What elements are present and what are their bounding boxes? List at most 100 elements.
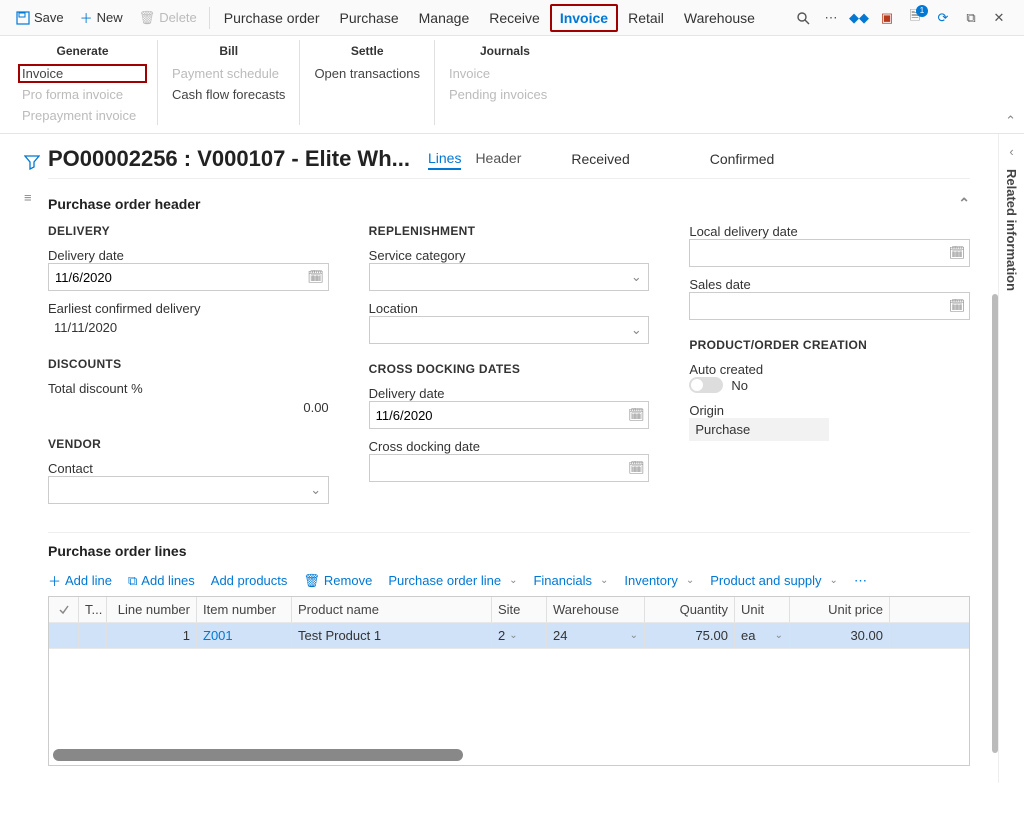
calendar-icon[interactable]: 🗓 bbox=[945, 245, 969, 261]
chevron-down-icon[interactable]: ⌄ bbox=[624, 322, 648, 338]
delivery-date-field[interactable] bbox=[49, 270, 304, 285]
calendar-icon[interactable]: 🗓 bbox=[624, 407, 648, 423]
ribbon-title-journals: Journals bbox=[445, 40, 565, 64]
search-icon[interactable] bbox=[794, 9, 812, 27]
chevron-down-icon[interactable]: ⌄ bbox=[624, 269, 648, 285]
svc-field[interactable] bbox=[370, 270, 625, 285]
plus-icon: ⧉ bbox=[128, 573, 137, 589]
chevron-down-icon: ⌄ bbox=[630, 630, 638, 641]
related-info-label[interactable]: Related information bbox=[1004, 169, 1019, 291]
cell-wh[interactable]: 24⌄ bbox=[547, 623, 645, 648]
dd-pas[interactable]: Product and supply⌄ bbox=[710, 573, 838, 588]
col-3: Local delivery date 🗓 Sales date 🗓 PRODU… bbox=[689, 224, 970, 504]
sd-field[interactable] bbox=[690, 299, 945, 314]
label-ecd: Earliest confirmed delivery bbox=[48, 301, 329, 316]
btn-remove[interactable]: 🗑Remove bbox=[303, 573, 372, 589]
dd-pol[interactable]: Purchase order line⌄ bbox=[388, 573, 517, 588]
col-price[interactable]: Unit price bbox=[790, 597, 890, 622]
input-cross-c[interactable]: 🗓 bbox=[369, 454, 650, 482]
btn-add-line[interactable]: ＋Add line bbox=[48, 571, 112, 590]
input-cross-d[interactable]: 🗓 bbox=[369, 401, 650, 429]
tab-warehouse[interactable]: Warehouse bbox=[674, 4, 765, 32]
btn-add-lines[interactable]: ⧉Add lines bbox=[128, 573, 195, 589]
tab-manage[interactable]: Manage bbox=[409, 4, 480, 32]
input-sd[interactable]: 🗓 bbox=[689, 292, 970, 320]
calendar-icon[interactable]: 🗓 bbox=[945, 298, 969, 314]
input-ldd[interactable]: 🗓 bbox=[689, 239, 970, 267]
grid-data-row[interactable]: 1 Z001 Test Product 1 2⌄ 24⌄ 75.00 ea⌄ 3… bbox=[49, 623, 969, 649]
col-ln[interactable]: Line number bbox=[107, 597, 197, 622]
office-icon[interactable]: ▣ bbox=[878, 9, 896, 27]
cell-unit[interactable]: ea⌄ bbox=[735, 623, 790, 648]
ribbon-title-bill: Bill bbox=[168, 40, 289, 64]
cell-select[interactable] bbox=[49, 623, 79, 648]
col-item[interactable]: Item number bbox=[197, 597, 292, 622]
ribbon-item-invoice[interactable]: Invoice bbox=[18, 64, 147, 83]
refresh-icon[interactable]: ⟳ bbox=[934, 9, 952, 27]
col-select[interactable] bbox=[49, 597, 79, 622]
tab-purchase[interactable]: Purchase bbox=[329, 4, 408, 32]
tab-invoice[interactable]: Invoice bbox=[550, 4, 618, 32]
chevron-down-icon[interactable]: ⌄ bbox=[304, 482, 328, 498]
vertical-scrollbar[interactable] bbox=[992, 294, 998, 753]
label-origin: Origin bbox=[689, 403, 970, 418]
horizontal-scrollbar[interactable] bbox=[53, 749, 965, 761]
col-prod[interactable]: Product name bbox=[292, 597, 492, 622]
popout-icon[interactable]: ⧉ bbox=[962, 9, 980, 27]
edit-icon[interactable]: ≡ bbox=[24, 190, 32, 205]
page-header: PO00002256 : V000107 - Elite Wh... Lines… bbox=[48, 146, 970, 179]
chevron-up-icon[interactable]: ⌃ bbox=[958, 195, 970, 212]
tab-retail[interactable]: Retail bbox=[618, 4, 674, 32]
calendar-icon[interactable]: 🗓 bbox=[624, 460, 648, 476]
plus-icon: ＋ bbox=[80, 8, 93, 27]
ldd-field[interactable] bbox=[690, 246, 945, 261]
more-icon[interactable]: ⋯ bbox=[822, 9, 840, 27]
tab-purchase-order[interactable]: Purchase order bbox=[214, 4, 330, 32]
grid: T... Line number Item number Product nam… bbox=[48, 596, 970, 766]
input-contact[interactable]: ⌄ bbox=[48, 476, 329, 504]
col-site[interactable]: Site bbox=[492, 597, 547, 622]
ribbon-group-journals: Journals Invoice Pending invoices bbox=[435, 40, 575, 125]
cross-c-field[interactable] bbox=[370, 461, 625, 476]
collapse-ribbon-icon[interactable]: ⌃ bbox=[1005, 113, 1016, 129]
scroll-thumb[interactable] bbox=[53, 749, 463, 761]
col-t[interactable]: T... bbox=[79, 597, 107, 622]
col-qty[interactable]: Quantity bbox=[645, 597, 735, 622]
toggle-auto[interactable] bbox=[689, 377, 723, 393]
save-button[interactable]: Save bbox=[8, 6, 72, 29]
fasttab-header-po-header[interactable]: Purchase order header ⌃ bbox=[48, 189, 970, 218]
label-contact: Contact bbox=[48, 461, 329, 476]
cell-item[interactable]: Z001 bbox=[197, 623, 292, 648]
view-tab-header[interactable]: Header bbox=[475, 148, 521, 170]
chevron-left-icon[interactable]: ‹ bbox=[1009, 144, 1013, 159]
cross-d-field[interactable] bbox=[370, 408, 625, 423]
input-delivery-date[interactable]: 🗓 bbox=[48, 263, 329, 291]
filter-icon[interactable] bbox=[24, 154, 40, 170]
top-right-icons: ⋯ ◆◆ ▣ 🗎1 ⟳ ⧉ ✕ bbox=[794, 9, 1016, 27]
ribbon-item-open-trans[interactable]: Open transactions bbox=[310, 64, 424, 83]
dd-fin[interactable]: Financials⌄ bbox=[533, 573, 608, 588]
close-icon[interactable]: ✕ bbox=[990, 9, 1008, 27]
more-icon[interactable]: ⋯ bbox=[854, 573, 867, 589]
cell-site[interactable]: 2⌄ bbox=[492, 623, 547, 648]
value-origin: Purchase bbox=[689, 418, 829, 441]
tab-receive[interactable]: Receive bbox=[479, 4, 550, 32]
grid-toolbar: ＋Add line ⧉Add lines Add products 🗑Remov… bbox=[48, 565, 970, 596]
view-tab-lines[interactable]: Lines bbox=[428, 148, 461, 170]
new-button[interactable]: ＋ New bbox=[72, 4, 131, 31]
fasttab-header-lines[interactable]: Purchase order lines bbox=[48, 532, 970, 565]
btn-add-products[interactable]: Add products bbox=[211, 573, 288, 588]
col-unit[interactable]: Unit bbox=[735, 597, 790, 622]
dd-inv[interactable]: Inventory⌄ bbox=[624, 573, 694, 588]
input-loc[interactable]: ⌄ bbox=[369, 316, 650, 344]
contact-field[interactable] bbox=[49, 483, 304, 498]
loc-field[interactable] bbox=[370, 323, 625, 338]
view-tabs: Lines Header bbox=[428, 148, 521, 170]
ribbon-item-cash-flow[interactable]: Cash flow forecasts bbox=[168, 85, 289, 104]
chevron-down-icon: ⌄ bbox=[509, 575, 517, 586]
apps-icon[interactable]: ◆◆ bbox=[850, 9, 868, 27]
calendar-icon[interactable]: 🗓 bbox=[304, 269, 328, 285]
col-wh[interactable]: Warehouse bbox=[547, 597, 645, 622]
input-svc[interactable]: ⌄ bbox=[369, 263, 650, 291]
notification-icon[interactable]: 🗎1 bbox=[906, 9, 924, 27]
